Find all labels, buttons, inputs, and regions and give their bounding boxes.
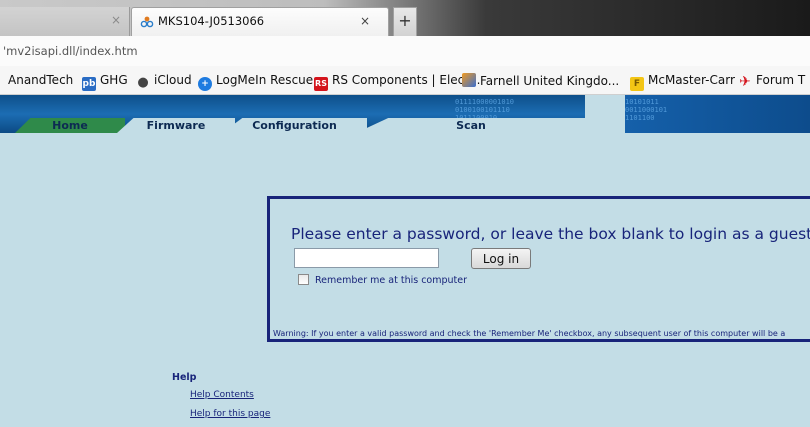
header-banner: 0111100000101001001001011101011100010 10… [0, 95, 810, 133]
bookmark-label: AnandTech [8, 73, 74, 87]
pb-icon: pb [82, 77, 96, 91]
bookmark-label: Forum T [756, 73, 806, 87]
bookmark-label: Farnell United Kingdo... [480, 74, 620, 88]
password-input[interactable] [294, 248, 439, 268]
binary-pattern-decoration: 10101011 0011000101 1101100 [625, 98, 668, 122]
browser-tab-active[interactable]: MKS104-J0513066 × [131, 7, 389, 36]
rs-icon: RS [314, 77, 328, 91]
tab-title: MKS104-J0513066 [158, 14, 265, 28]
tab-firmware[interactable]: Firmware [117, 118, 235, 133]
tab-close-icon[interactable]: × [360, 14, 370, 28]
bookmark-farnell[interactable]: Farnell United Kingdo... [462, 73, 619, 88]
plane-icon: ✈ [739, 74, 751, 90]
browser-tab-previous[interactable]: × [0, 7, 130, 36]
tab-home[interactable]: Home [15, 118, 125, 133]
bookmark-ghg[interactable]: pb GHG [82, 73, 128, 91]
bookmark-anandtech[interactable]: AnandTech [8, 73, 73, 87]
bookmark-label: GHG [100, 73, 128, 87]
apple-icon: ● [137, 75, 149, 90]
tab-scan[interactable]: Scan [356, 118, 586, 133]
bookmark-label: iCloud [154, 73, 192, 87]
address-bar[interactable]: 'mv2isapi.dll/index.htm [0, 36, 810, 67]
bookmark-icloud[interactable]: ● iCloud [136, 73, 192, 90]
help-contents-link[interactable]: Help Contents [190, 390, 254, 400]
bookmark-logmein[interactable]: + LogMeIn Rescue [198, 73, 313, 91]
logmein-icon: + [198, 77, 212, 91]
login-prompt: Please enter a password, or leave the bo… [291, 225, 810, 243]
bookmark-label: RS Components | Elect... [332, 73, 481, 87]
mcmaster-icon: F [630, 77, 644, 91]
tab-close-icon[interactable]: × [111, 13, 121, 27]
bookmark-forum[interactable]: ✈ Forum T [738, 73, 805, 89]
banner-panel [585, 95, 625, 133]
url-text[interactable]: 'mv2isapi.dll/index.htm [3, 44, 138, 58]
remember-warning-text: Warning: If you enter a valid password a… [273, 329, 786, 338]
remember-me-checkbox[interactable] [298, 274, 309, 285]
login-panel: Please enter a password, or leave the bo… [267, 196, 810, 342]
bookmark-label: LogMeIn Rescue [216, 73, 314, 87]
farnell-icon [462, 73, 476, 87]
bookmarks-bar: AnandTech pb GHG ● iCloud + LogMeIn Rescue … [0, 66, 810, 95]
browser-tab-bar: × MKS104-J0513066 × + [0, 0, 810, 36]
network-nodes-icon [140, 16, 154, 28]
new-tab-button[interactable]: + [393, 7, 417, 36]
bookmark-label: McMaster-Carr [648, 73, 735, 87]
login-button[interactable]: Log in [471, 248, 531, 269]
bookmark-rs-components[interactable]: RS RS Components | Elect... [314, 73, 480, 91]
bookmark-mcmaster[interactable]: F McMaster-Carr [630, 73, 735, 91]
tab-configuration[interactable]: Configuration [222, 118, 367, 133]
help-this-page-link[interactable]: Help for this page [190, 409, 270, 419]
remember-me-label[interactable]: Remember me at this computer [315, 275, 467, 286]
page-content: 0111100000101001001001011101011100010 10… [0, 95, 810, 427]
help-heading: Help [172, 372, 197, 383]
